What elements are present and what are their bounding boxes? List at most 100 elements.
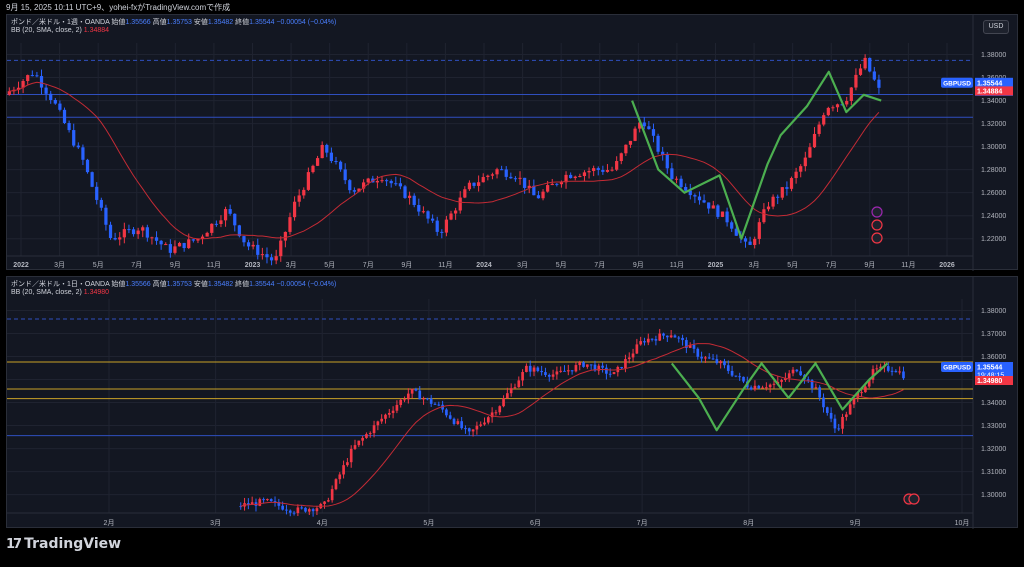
candle-body xyxy=(504,169,508,177)
x-tick-label: 3月 xyxy=(286,261,297,269)
us-flag-icon[interactable] xyxy=(871,219,883,231)
candle-body xyxy=(141,227,145,231)
x-tick-label: 2024 xyxy=(476,262,492,269)
candle-body xyxy=(315,158,320,166)
candle-body xyxy=(818,387,822,398)
y-tick-label: 1.34000 xyxy=(981,400,1006,407)
candle-body xyxy=(395,404,399,411)
candle-body xyxy=(391,410,395,413)
candle-body xyxy=(696,348,700,357)
candle-body xyxy=(49,93,53,101)
candle-body xyxy=(421,211,426,213)
candle-body xyxy=(742,376,745,382)
y-tick-label: 1.26000 xyxy=(981,190,1006,197)
candle-body xyxy=(639,341,643,345)
candle-body xyxy=(435,220,439,232)
candle-body xyxy=(716,205,720,217)
candle-body xyxy=(426,211,430,219)
candle-body xyxy=(471,429,475,432)
candle-body xyxy=(53,100,57,104)
last-price-value: 1.35544 xyxy=(977,365,1002,372)
candle-body xyxy=(35,75,39,77)
candle-body xyxy=(406,393,410,400)
candle-body xyxy=(536,367,540,371)
y-tick-label: 1.22000 xyxy=(981,236,1006,243)
candle-body xyxy=(650,338,654,340)
candle-body xyxy=(113,237,117,240)
candle-body xyxy=(513,387,517,389)
candle-body xyxy=(860,392,863,394)
weekly-chart-canvas[interactable]: 1.380001.360001.340001.320001.300001.280… xyxy=(7,15,1019,271)
candle-body xyxy=(670,168,674,179)
symbol-tag-label: GBPUSD xyxy=(943,365,971,372)
candle-body xyxy=(546,185,550,192)
x-tick-label: 5月 xyxy=(787,261,798,269)
candle-body xyxy=(845,414,848,417)
candle-body xyxy=(615,161,619,170)
candle-body xyxy=(433,403,437,405)
pattern-drawing-line xyxy=(631,70,882,240)
candle-body xyxy=(582,362,585,367)
candle-body xyxy=(749,387,753,390)
candle-body xyxy=(845,100,849,105)
candle-body xyxy=(454,210,458,214)
candle-body xyxy=(265,254,269,258)
candle-body xyxy=(518,177,522,179)
x-tick-label: 5月 xyxy=(93,261,104,269)
candle-body xyxy=(536,195,541,199)
candle-body xyxy=(808,147,812,158)
candle-body xyxy=(429,398,433,404)
x-tick-label: 4月 xyxy=(317,519,328,527)
y-tick-label: 1.38000 xyxy=(981,52,1006,59)
tradingview-footer[interactable]: 17 TradingView xyxy=(6,536,121,552)
candle-body xyxy=(380,180,384,182)
candle-body xyxy=(164,244,168,246)
flash-icon[interactable] xyxy=(871,206,883,218)
candle-body xyxy=(894,370,898,373)
candle-body xyxy=(407,195,412,198)
x-tick-label: 6月 xyxy=(530,519,541,527)
candle-body xyxy=(506,393,509,399)
bb-value: 1.34980 xyxy=(83,289,110,296)
candle-body xyxy=(734,375,738,377)
candle-body xyxy=(826,107,830,116)
candle-body xyxy=(509,388,513,394)
tradingview-logo-mark: 17 xyxy=(6,536,22,552)
candle-body xyxy=(757,385,761,389)
candle-body xyxy=(228,209,232,214)
us-flag-icon[interactable] xyxy=(908,493,920,505)
snapshot-caption: 9月 15, 2025 10:11 UTC+9、yohei-fxがTrading… xyxy=(6,3,231,12)
candle-body xyxy=(582,172,587,177)
candle-body xyxy=(444,219,449,233)
bb-indicator-legend[interactable]: BB (20, SMA, close, 2) 1.34884 xyxy=(11,27,109,34)
open-value: 1.35566 xyxy=(125,281,151,288)
currency-button[interactable]: USD xyxy=(983,20,1009,34)
candle-body xyxy=(456,421,460,424)
candle-body xyxy=(517,380,521,388)
candle-body xyxy=(868,57,872,72)
bb-indicator-legend[interactable]: BB (20, SMA, close, 2) 1.34980 xyxy=(11,289,109,296)
x-tick-label: 9月 xyxy=(864,261,875,269)
candle-body xyxy=(730,222,734,229)
candle-body xyxy=(704,357,707,359)
candle-body xyxy=(513,178,518,180)
candle-body xyxy=(426,398,429,400)
daily-chart-canvas[interactable]: 1.380001.370001.360001.350001.340001.330… xyxy=(7,277,1019,529)
uk-flag-icon[interactable] xyxy=(871,232,883,244)
candle-body xyxy=(366,178,370,183)
candle-body xyxy=(601,169,605,172)
daily-chart-pane[interactable]: 1.380001.370001.360001.350001.340001.330… xyxy=(6,276,1019,529)
candle-body xyxy=(692,344,696,349)
candle-body xyxy=(693,195,697,197)
screenshot-frame: 9月 15, 2025 10:11 UTC+9、yohei-fxがTrading… xyxy=(0,0,1024,567)
candle-body xyxy=(720,211,725,217)
candle-body xyxy=(475,425,479,430)
candle-body xyxy=(875,368,879,370)
candle-body xyxy=(646,338,650,343)
x-tick-label: 11月 xyxy=(901,261,915,269)
weekly-chart-pane[interactable]: 1.380001.360001.340001.320001.300001.280… xyxy=(6,14,1019,271)
candle-body xyxy=(791,369,795,374)
candle-body xyxy=(495,169,499,175)
candle-body xyxy=(173,246,177,253)
candle-body xyxy=(877,79,881,88)
